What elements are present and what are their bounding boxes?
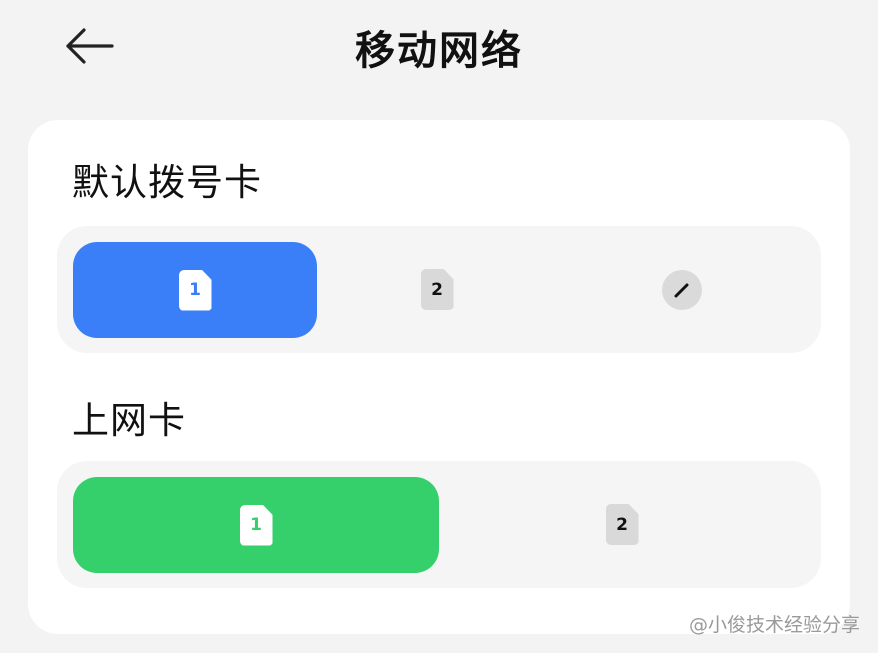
data-sim2-option[interactable]: 2 (487, 461, 757, 588)
data-card-label: 上网卡 (72, 399, 186, 442)
dial-sim1-option[interactable]: 1 (73, 242, 317, 338)
sim-number: 1 (250, 515, 262, 535)
sim-number: 1 (189, 280, 201, 300)
watermark: @小俊技术经验分享 (689, 610, 860, 637)
sim-number: 2 (616, 514, 628, 535)
sim-number: 2 (431, 279, 443, 300)
sim-card-icon: 2 (605, 504, 639, 545)
sim-card-icon: 1 (239, 504, 273, 546)
sim-card-icon: 2 (420, 269, 454, 310)
page-title: 移动网络 (355, 28, 523, 74)
data-card-selector: 1 2 (57, 461, 821, 588)
dial-ask-each-time-option[interactable] (597, 226, 767, 353)
header: 移动网络 (0, 0, 878, 95)
watermark-text: @小俊技术经验分享 (688, 614, 860, 636)
default-dial-card-label: 默认拨号卡 (72, 161, 262, 204)
sim-card-icon: 1 (178, 269, 212, 311)
pen-icon (662, 269, 702, 310)
default-dial-card-selector: 1 2 (57, 226, 821, 353)
dial-sim2-option[interactable]: 2 (347, 226, 527, 353)
data-sim1-option[interactable]: 1 (73, 477, 439, 573)
